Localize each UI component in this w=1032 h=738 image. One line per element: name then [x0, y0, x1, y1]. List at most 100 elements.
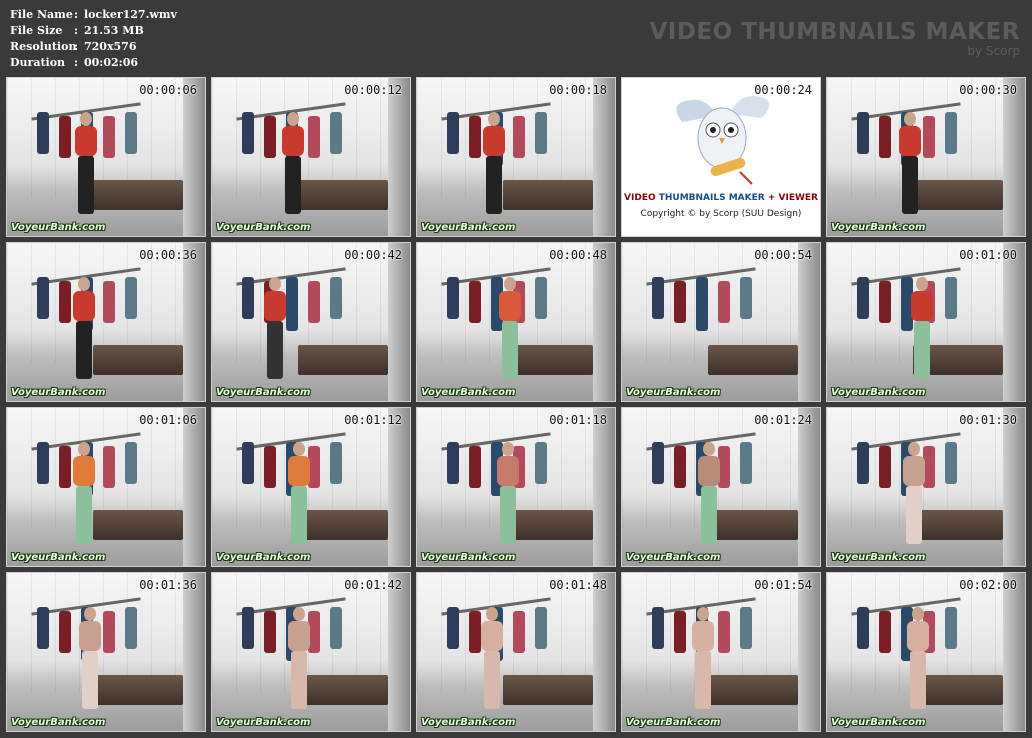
hanging-coat — [945, 277, 957, 319]
thumbnail-frame[interactable]: 00:01:48 VoyeurBank.com — [416, 572, 616, 732]
watermark-label: VoyeurBank.com — [216, 717, 311, 728]
bench — [708, 510, 798, 540]
file-size-value: 21.53 MB — [84, 24, 144, 37]
thumbnail-timestamp: 00:01:36 — [139, 578, 197, 592]
thumbnail-frame[interactable]: 00:01:06 VoyeurBank.com — [6, 407, 206, 567]
thumbnail-frame[interactable]: 00:01:36 VoyeurBank.com — [6, 572, 206, 732]
bench — [93, 675, 183, 705]
thumbnail-timestamp: 00:01:00 — [959, 248, 1017, 262]
hanging-coat — [652, 442, 664, 484]
person-figure — [911, 277, 933, 381]
file-size-label: File Size — [10, 24, 63, 37]
hanging-coat — [59, 116, 71, 158]
thumbnail-timestamp: 00:01:18 — [549, 413, 607, 427]
thumbnail-frame[interactable]: 00:01:18 VoyeurBank.com — [416, 407, 616, 567]
bench — [298, 180, 388, 210]
thumbnail-frame[interactable]: 00:00:36 VoyeurBank.com — [6, 242, 206, 402]
file-name-label: File Name — [10, 8, 73, 21]
locker-room-scene — [212, 243, 410, 401]
hanging-coat — [674, 281, 686, 323]
hanging-coat — [469, 116, 481, 158]
hanging-coat — [674, 611, 686, 653]
person-figure — [73, 442, 95, 546]
thumbnail-frame[interactable]: 00:02:00 VoyeurBank.com — [826, 572, 1026, 732]
thumbnail-frame[interactable]: 00:00:18 VoyeurBank.com — [416, 77, 616, 237]
locker-room-scene — [212, 408, 410, 566]
locker-room-scene — [827, 243, 1025, 401]
hanging-coat — [103, 446, 115, 488]
hanging-coat — [447, 607, 459, 649]
owl-logo-icon — [676, 96, 770, 185]
hanging-coat — [308, 116, 320, 158]
thumbnail-frame[interactable]: 00:01:00 VoyeurBank.com — [826, 242, 1026, 402]
locker-room-scene — [417, 573, 615, 731]
locker-room-scene — [622, 573, 820, 731]
hanging-coat — [125, 277, 137, 319]
resolution-row: Resolution : 720x576 — [10, 40, 137, 53]
locker-room-scene — [827, 78, 1025, 236]
logo-caption: VIDEO THUMBNAILS MAKER + VIEWER — [624, 193, 818, 203]
hanging-coat — [945, 442, 957, 484]
hanging-coat — [447, 277, 459, 319]
thumbnail-timestamp: 00:00:18 — [549, 83, 607, 97]
thumbnail-frame[interactable]: 00:00:54 VoyeurBank.com — [621, 242, 821, 402]
hanging-coat — [652, 607, 664, 649]
person-figure — [899, 112, 921, 216]
hanging-coat — [857, 277, 869, 319]
hanging-coat — [740, 442, 752, 484]
thumbnail-frame[interactable]: 00:01:12 VoyeurBank.com — [211, 407, 411, 567]
thumbnail-timestamp: 00:00:54 — [754, 248, 812, 262]
hanging-coat — [286, 277, 298, 331]
hanging-coat — [879, 116, 891, 158]
bench — [913, 180, 1003, 210]
file-name-row: File Name : locker127.wmv — [10, 8, 177, 21]
thumbnail-frame[interactable]: 00:00:06 VoyeurBank.com — [6, 77, 206, 237]
locker-room-scene — [622, 408, 820, 566]
thumbnail-logo-tile[interactable]: 00:00:24 VIDEO THUMBNAILS MAKER + VIEWER… — [621, 77, 821, 237]
thumbnail-frame[interactable]: 00:00:12 VoyeurBank.com — [211, 77, 411, 237]
hanging-coat — [447, 112, 459, 154]
hanging-coat — [879, 446, 891, 488]
watermark-label: VoyeurBank.com — [831, 387, 926, 398]
resolution-value: 720x576 — [84, 40, 137, 53]
hanging-coat — [125, 112, 137, 154]
watermark-label: VoyeurBank.com — [216, 552, 311, 563]
person-figure — [481, 607, 503, 711]
thumbnail-frame[interactable]: 00:00:48 VoyeurBank.com — [416, 242, 616, 402]
locker-room-scene — [417, 408, 615, 566]
hanging-coat — [469, 611, 481, 653]
thumbnail-timestamp: 00:00:48 — [549, 248, 607, 262]
bench — [503, 675, 593, 705]
person-figure — [903, 442, 925, 546]
brand-subtitle: by Scorp — [967, 44, 1020, 58]
hanging-coat — [923, 116, 935, 158]
hanging-coat — [59, 611, 71, 653]
hanging-coat — [945, 607, 957, 649]
locker-room-scene — [7, 573, 205, 731]
duration-value: 00:02:06 — [84, 56, 139, 69]
bench — [298, 510, 388, 540]
duration-row: Duration : 00:02:06 — [10, 56, 139, 69]
watermark-label: VoyeurBank.com — [831, 717, 926, 728]
hanging-coat — [696, 277, 708, 331]
thumbnail-timestamp: 00:01:48 — [549, 578, 607, 592]
locker-room-scene — [212, 573, 410, 731]
thumbnail-frame[interactable]: 00:01:54 VoyeurBank.com — [621, 572, 821, 732]
hanging-coat — [59, 281, 71, 323]
bench — [298, 345, 388, 375]
hanging-coat — [242, 607, 254, 649]
hanging-coat — [125, 442, 137, 484]
hanging-coat — [469, 446, 481, 488]
brand-logo: VIDEO THUMBNAILS MAKER by Scorp — [649, 20, 1020, 58]
thumbnail-frame[interactable]: 00:01:24 VoyeurBank.com — [621, 407, 821, 567]
hanging-coat — [535, 607, 547, 649]
thumbnail-timestamp: 00:00:36 — [139, 248, 197, 262]
thumbnail-frame[interactable]: 00:01:30 VoyeurBank.com — [826, 407, 1026, 567]
hanging-coat — [740, 607, 752, 649]
thumbnail-frame[interactable]: 00:00:30 VoyeurBank.com — [826, 77, 1026, 237]
locker-room-scene — [827, 573, 1025, 731]
thumbnail-frame[interactable]: 00:01:42 VoyeurBank.com — [211, 572, 411, 732]
resolution-label: Resolution — [10, 40, 77, 53]
hanging-coat — [242, 112, 254, 154]
thumbnail-frame[interactable]: 00:00:42 VoyeurBank.com — [211, 242, 411, 402]
